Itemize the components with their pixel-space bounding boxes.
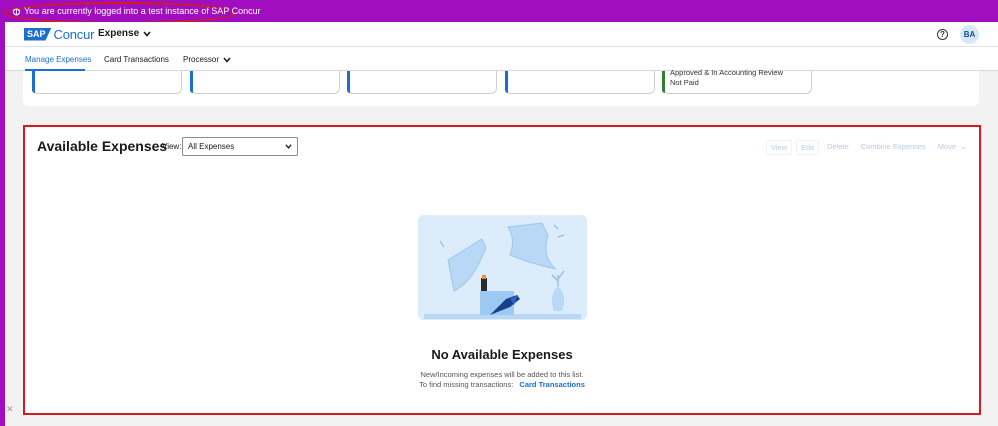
expense-actions-toolbar: View Edit Delete Combine Expenses Move ⌄ <box>766 140 975 155</box>
avatar[interactable]: BA <box>960 25 979 44</box>
paper-bird-illustration <box>418 215 587 320</box>
available-expenses-panel: Available Expenses View: All Expenses Vi… <box>23 125 981 415</box>
help-icon[interactable]: ? <box>937 29 948 40</box>
empty-state-message: New/Incoming expenses will be added to t… <box>420 370 584 379</box>
tile-status-bar <box>505 71 508 93</box>
tab-label: Card Transactions <box>104 55 169 64</box>
tab-manage-expenses[interactable]: Manage Expenses <box>25 55 91 64</box>
report-tile[interactable] <box>32 71 182 94</box>
view-select-value: All Expenses <box>188 142 235 151</box>
combine-expenses-button[interactable]: Combine Expenses <box>857 140 930 155</box>
empty-state-title: No Available Expenses <box>431 347 573 362</box>
tab-processor[interactable]: Processor <box>183 55 231 64</box>
logo-sap: SAP <box>24 27 52 41</box>
card-transactions-link[interactable]: Card Transactions <box>519 380 584 389</box>
empty-state-hint-text: To find missing transactions: <box>419 380 514 389</box>
tile-status-text: Approved & In Accounting Review <box>670 68 783 77</box>
report-tile[interactable]: Approved & In Accounting Review Not Paid <box>662 68 812 94</box>
tab-label: Manage Expenses <box>25 55 92 64</box>
chevron-down-icon <box>285 144 292 149</box>
view-label: View: <box>162 142 182 151</box>
delete-button[interactable]: Delete <box>823 140 853 155</box>
banner-text: You are currently logged into a test ins… <box>24 6 261 16</box>
bug-icon <box>12 8 21 16</box>
tile-status-bar <box>347 71 350 93</box>
sap-concur-logo[interactable]: SAP Concur <box>24 26 95 42</box>
edit-button[interactable]: Edit <box>796 140 820 155</box>
report-tile[interactable] <box>190 71 340 94</box>
view-button[interactable]: View <box>766 140 793 155</box>
empty-state-illustration <box>418 215 587 320</box>
expense-menu-label: Expense <box>98 28 140 39</box>
tile-status-bar <box>662 71 665 93</box>
empty-state-hint: To find missing transactions: Card Trans… <box>25 380 979 389</box>
page-title: Available Expenses <box>37 138 168 154</box>
tile-payment-status: Not Paid <box>670 78 699 87</box>
tile-status-bar <box>32 71 35 93</box>
expense-menu[interactable]: Expense <box>98 28 151 39</box>
chevron-down-icon: ⌄ <box>960 142 967 151</box>
navigation-bar: Manage Expenses Card Transactions Proces… <box>5 46 998 71</box>
report-tile[interactable] <box>347 71 497 94</box>
close-icon[interactable]: ✕ <box>6 404 14 415</box>
app-header: SAP Concur Expense ? BA <box>5 22 998 46</box>
tab-card-transactions[interactable]: Card Transactions <box>104 55 169 64</box>
chevron-down-icon <box>143 30 151 37</box>
tile-status-bar <box>190 71 193 93</box>
report-tile[interactable] <box>505 71 655 94</box>
move-button[interactable]: Move ⌄ <box>934 140 971 155</box>
test-instance-banner: You are currently logged into a test ins… <box>0 0 998 24</box>
move-button-label: Move <box>937 142 957 151</box>
view-select[interactable]: All Expenses <box>182 137 298 156</box>
tab-label: Processor <box>183 55 220 64</box>
chevron-down-icon <box>223 57 231 63</box>
logo-concur: Concur <box>53 26 95 42</box>
